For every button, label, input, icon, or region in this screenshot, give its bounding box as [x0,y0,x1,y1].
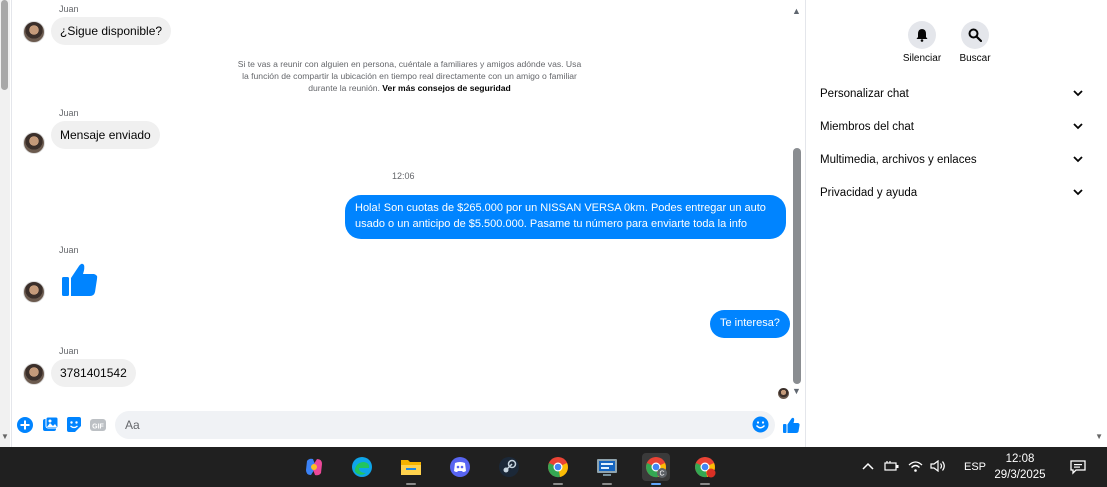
avatar[interactable] [23,21,45,43]
avatar[interactable] [23,132,45,154]
file-explorer-icon[interactable] [397,453,425,485]
discord-icon[interactable] [446,453,474,481]
sender-name: Juan [59,4,79,14]
mute-label: Silenciar [902,53,942,64]
bell-icon [916,29,928,42]
language-indicator[interactable]: ESP [964,461,986,473]
chevron-down-icon [1073,154,1083,166]
like-send-icon[interactable] [782,416,800,434]
system-tray: ESP [862,447,986,487]
chat-info-panel: Silenciar Buscar Personalizar chat Miemb… [807,0,1107,447]
active-indicator [651,483,661,485]
chevron-down-icon [1073,121,1083,133]
search-button-circle[interactable] [961,21,989,49]
section-label: Privacidad y ayuda [820,187,918,199]
search-icon [968,28,982,42]
section-label: Miembros del chat [820,121,914,133]
running-indicator [700,483,710,485]
message-input-wrapper [115,411,775,439]
plus-circle-icon[interactable] [16,416,34,434]
chevron-down-icon [1073,187,1083,199]
composer: GIF [12,408,807,442]
outgoing-message-bubble[interactable]: Hola! Son cuotas de $265.000 por un NISS… [345,195,786,239]
wifi-icon[interactable] [908,460,930,475]
safety-tips-link[interactable]: Ver más consejos de seguridad [382,83,510,93]
section-media-files-links[interactable]: Multimedia, archivos y enlaces [820,149,1083,171]
scroll-down-icon[interactable]: ▼ [792,386,801,396]
search-button[interactable]: Buscar [945,21,1005,64]
windows-taskbar: C ESP 12:08 29/3/2025 [0,447,1107,487]
chrome-icon[interactable] [691,453,719,485]
running-indicator [602,483,612,485]
gif-icon[interactable]: GIF [89,416,107,434]
mute-button-circle[interactable] [908,21,936,49]
chat-panel: ▲ ▼ Juan ¿Sigue disponible? Si te vas a … [11,0,806,447]
chrome-profile-letter: C [659,471,664,478]
section-label: Personalizar chat [820,88,909,100]
chat-scrollbar-thumb[interactable] [793,148,801,384]
running-indicator [406,483,416,485]
sender-name: Juan [59,245,79,255]
outer-scrollbar-thumb[interactable] [1,0,8,90]
outgoing-message-bubble[interactable]: Te interesa? [710,310,790,338]
message-timestamp: 12:06 [392,171,415,181]
section-customize-chat[interactable]: Personalizar chat [820,83,1083,105]
photo-gallery-icon[interactable] [41,416,59,434]
steam-icon[interactable] [495,453,523,481]
avatar[interactable] [23,281,45,303]
scroll-up-icon[interactable]: ▲ [792,6,801,16]
edge-icon[interactable] [348,453,376,481]
sender-name: Juan [59,108,79,118]
message-bubble[interactable]: ¿Sigue disponible? [51,17,172,45]
section-label: Multimedia, archivos y enlaces [820,154,977,166]
safety-notice: Si te vas a reunir con alguien en person… [237,59,582,95]
search-label: Buscar [959,53,991,64]
chevron-down-icon [1073,88,1083,100]
mute-button[interactable]: Silenciar [892,21,952,64]
side-scroll-down-icon[interactable]: ▼ [1095,432,1103,441]
message-input[interactable] [125,417,745,433]
clock-time: 12:08 [1005,453,1035,465]
sticker-icon[interactable] [65,416,83,434]
message-bubble[interactable]: Mensaje enviado [51,121,160,149]
chat-scrollbar[interactable]: ▲ ▼ [791,0,803,400]
messenger-window: ▼ ▲ ▼ Juan ¿Sigue disponible? Si te vas … [0,0,1107,447]
chrome-icon[interactable] [544,453,572,485]
chevron-up-icon[interactable] [862,461,878,473]
thumbs-up-icon[interactable] [60,260,100,300]
chrome-profile-c-icon[interactable]: C [642,453,670,485]
seen-avatar [778,388,789,399]
copilot-icon[interactable] [300,453,328,481]
avatar[interactable] [23,363,45,385]
battery-plug-icon[interactable] [884,460,908,475]
outer-scroll-down-icon[interactable]: ▼ [1,432,9,441]
notifications-icon[interactable] [1064,453,1092,481]
outer-scrollbar[interactable]: ▼ [0,0,10,447]
section-privacy-help[interactable]: Privacidad y ayuda [820,182,1083,204]
clock-date: 29/3/2025 [994,469,1046,481]
sender-name: Juan [59,346,79,356]
running-indicator [553,483,563,485]
svg-text:GIF: GIF [92,423,104,430]
message-bubble[interactable]: 3781401542 [51,359,136,387]
clock[interactable]: 12:08 29/3/2025 [985,451,1055,483]
section-chat-members[interactable]: Miembros del chat [820,116,1083,138]
emoji-icon[interactable] [752,416,769,433]
control-panel-icon[interactable] [593,453,621,485]
volume-icon[interactable] [930,459,958,475]
